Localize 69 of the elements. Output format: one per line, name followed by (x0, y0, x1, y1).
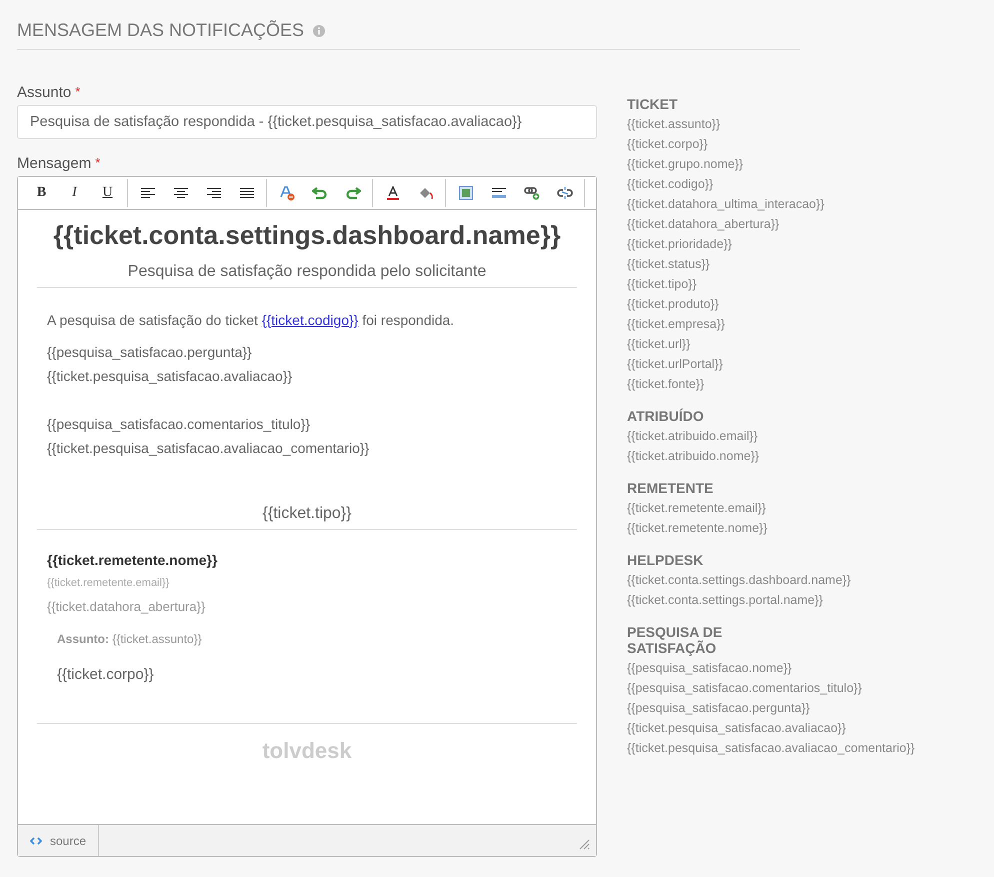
variable-item[interactable]: {{ticket.fonte}} (627, 374, 915, 394)
clear-format-icon (278, 185, 294, 201)
variable-group-title: HELPDESK (627, 552, 704, 568)
email-subtitle: Pesquisa de satisfação respondida pelo solicitante (126, 263, 488, 281)
unlink-icon (556, 186, 572, 200)
variable-item[interactable]: {{ticket.atribuido.nome}} (627, 446, 915, 466)
justify-icon (240, 188, 254, 198)
sender-email: {{ticket.remetente.email}} (47, 577, 170, 589)
variable-item[interactable]: {{ticket.grupo.nome}} (627, 154, 915, 174)
subject-line: Assunto: {{ticket.assunto}} (57, 632, 203, 646)
align-left-icon (140, 188, 154, 198)
align-center-icon (174, 188, 188, 198)
template-line: {{pesquisa_satisfacao.comentarios_titulo}} (47, 415, 312, 434)
sender-name: {{ticket.remetente.nome}} (47, 552, 218, 568)
horizontal-rule-icon (492, 188, 506, 198)
format-button[interactable]: I (58, 179, 91, 207)
required-mark: * (75, 84, 80, 101)
variable-group-title: PESQUISA DE SATISFAÇÃO (627, 624, 724, 656)
format-button[interactable]: B (25, 179, 58, 207)
variable-item[interactable]: {{ticket.atribuido.email}} (627, 426, 915, 446)
variable-item[interactable]: {{pesquisa_satisfacao.pergunta}} (627, 698, 915, 718)
variable-item[interactable]: {{ticket.conta.settings.dashboard.name}} (627, 570, 915, 590)
field-label: Mensagem (17, 155, 92, 172)
variable-item[interactable]: {{ticket.conta.settings.portal.name}} (627, 590, 915, 610)
align-right-icon (206, 188, 220, 198)
variable-item[interactable]: {{ticket.empresa}} (627, 314, 915, 334)
format-button[interactable]: U (91, 179, 124, 207)
variable-item[interactable]: {{ticket.pesquisa_satisfacao.avaliacao_comentario}} (627, 738, 915, 758)
undo-icon (312, 186, 328, 200)
subject-field[interactable]: Pesquisa de satisfação respondida - {{ticket.pesquisa_satisfacao.avaliacao}} (17, 105, 597, 139)
body-variable: {{ticket.corpo}} (57, 666, 155, 683)
variable-item[interactable]: {{ticket.prioridade}} (627, 234, 915, 254)
ticket-link[interactable]: {{ticket.codigo}} (262, 312, 358, 328)
resize-handle-icon[interactable] (579, 839, 590, 850)
variable-item[interactable]: {{ticket.status}} (627, 254, 915, 274)
variable-item[interactable]: {{ticket.assunto}} (627, 114, 915, 134)
redo-icon (344, 186, 360, 200)
variable-item[interactable]: {{ticket.datahora_ultima_interacao}} (627, 194, 915, 214)
variable-item[interactable]: {{ticket.corpo}} (627, 134, 915, 154)
template-line: {{ticket.pesquisa_satisfacao.avaliacao_comentario}} (47, 439, 370, 458)
opened-date: {{ticket.datahora_abertura}} (47, 599, 206, 614)
variable-group-title: TICKET (627, 96, 679, 112)
link-icon (524, 186, 540, 200)
variable-item[interactable]: {{ticket.remetente.email}} (627, 498, 915, 518)
variable-item[interactable]: {{ticket.tipo}} (627, 274, 915, 294)
variable-item[interactable]: {{ticket.urlPortal}} (627, 354, 915, 374)
code-icon (30, 836, 42, 844)
variable-item[interactable]: {{ticket.url}} (627, 334, 915, 354)
variable-group-title: REMETENTE (627, 480, 714, 496)
template-line: {{pesquisa_satisfacao.pergunta}} (47, 343, 253, 362)
variable-group-title: ATRIBUÍDO (627, 408, 705, 424)
section-title: MENSAGEM DAS NOTIFICAÇÕES (17, 20, 304, 41)
field-label: Assunto (17, 84, 72, 101)
variable-item[interactable]: {{ticket.datahora_abertura}} (627, 214, 915, 234)
info-icon (313, 24, 326, 36)
variable-item[interactable]: {{ticket.remetente.nome}} (627, 518, 915, 538)
required-mark: * (95, 155, 100, 172)
image-icon (458, 186, 472, 200)
email-heading: {{ticket.conta.settings.dashboard.name}} (52, 220, 562, 251)
variable-item[interactable]: {{ticket.produto}} (627, 294, 915, 314)
intro-paragraph: A pesquisa de satisfação do ticket {{ticket.codigo}} foi respondida. (47, 311, 456, 330)
variable-item[interactable]: {{pesquisa_satisfacao.comentarios_titulo}} (627, 678, 915, 698)
template-line: {{ticket.pesquisa_satisfacao.avaliacao}} (47, 367, 294, 386)
ticket-type: {{ticket.tipo}} (262, 505, 352, 523)
text-color-icon (386, 186, 398, 200)
variable-item[interactable]: {{ticket.codigo}} (627, 174, 915, 194)
paint-bucket-icon (418, 186, 434, 200)
variable-item[interactable]: {{ticket.pesquisa_satisfacao.avaliacao}} (627, 718, 915, 738)
variable-item[interactable]: {{pesquisa_satisfacao.nome}} (627, 658, 915, 678)
